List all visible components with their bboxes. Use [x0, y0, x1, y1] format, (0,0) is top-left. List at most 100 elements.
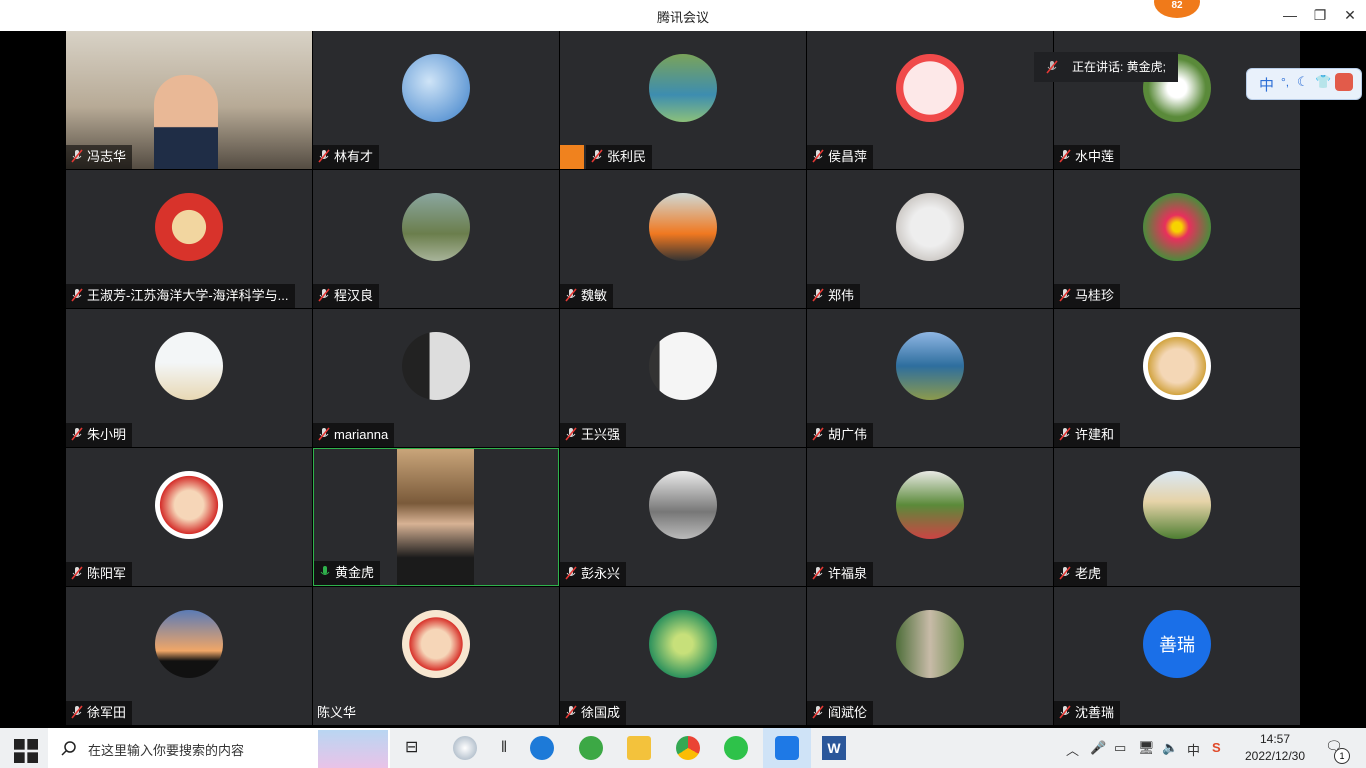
participant-tile[interactable]: 陈义华 [313, 587, 559, 725]
network-icon[interactable]: 🖥 [1138, 740, 1155, 756]
participant-name: 张利民 [607, 149, 647, 164]
participant-avatar [1143, 332, 1211, 400]
chrome-icon[interactable] [676, 736, 700, 760]
participant-tile[interactable]: 许建和 [1054, 309, 1300, 447]
settings-icon[interactable] [1335, 73, 1353, 91]
search-icon [61, 741, 76, 756]
participant-name: 程汉良 [334, 288, 374, 303]
moon-icon[interactable]: ☾ [1297, 74, 1309, 90]
app-icon-1[interactable] [453, 736, 477, 760]
ime-indicator[interactable]: 中 [1187, 740, 1200, 759]
participant-tile[interactable]: 冯志华 [66, 31, 312, 169]
participant-tile[interactable]: 张利民 [560, 31, 806, 169]
participant-tile[interactable]: 郑伟 [807, 170, 1053, 308]
participant-name-bar: 胡广伟 [807, 423, 874, 447]
participant-name: 沈善瑞 [1075, 705, 1115, 720]
ime-mode-label[interactable]: 中 [1259, 74, 1274, 95]
edge-icon[interactable] [579, 736, 603, 760]
participant-tile[interactable]: 魏敏 [560, 170, 806, 308]
participant-tile[interactable]: 马桂珍 [1054, 170, 1300, 308]
participant-name: 郑伟 [828, 288, 855, 303]
windows-start-icon[interactable] [14, 739, 38, 763]
search-highlight-image [318, 730, 388, 768]
skin-icon[interactable]: 👕 [1315, 74, 1331, 90]
participant-name: 阎斌伦 [828, 705, 868, 720]
participant-avatar [649, 193, 717, 261]
participant-tile[interactable]: 朱小明 [66, 309, 312, 447]
system-clock[interactable]: 14:57 2022/12/30 [1238, 731, 1312, 765]
participant-tile[interactable]: 徐国成 [560, 587, 806, 725]
participant-avatar [896, 471, 964, 539]
wechat-icon[interactable] [724, 736, 748, 760]
participant-name-bar: 阎斌伦 [807, 701, 874, 725]
participant-name-bar: 许建和 [1054, 423, 1121, 447]
participant-tile[interactable]: 彭永兴 [560, 448, 806, 586]
participant-tile[interactable]: 程汉良 [313, 170, 559, 308]
participant-tile[interactable]: 许福泉 [807, 448, 1053, 586]
restore-button[interactable]: ❐ [1309, 5, 1331, 25]
ime-toolbar[interactable]: 中 °, ☾ 👕 [1246, 68, 1362, 100]
participant-tile[interactable]: 林有才 [313, 31, 559, 169]
mic-muted-icon [71, 427, 83, 441]
participant-avatar [1143, 193, 1211, 261]
word-icon[interactable]: W [822, 736, 846, 760]
file-explorer-icon[interactable] [627, 736, 651, 760]
punctuation-icon[interactable]: °, [1281, 75, 1289, 89]
app-icon-2[interactable]: ‖ [492, 736, 516, 760]
participant-name: 彭永兴 [581, 566, 621, 581]
tencent-meeting-taskbar-item[interactable] [763, 728, 811, 768]
mic-muted-icon [1059, 288, 1071, 302]
participant-tile[interactable]: 王兴强 [560, 309, 806, 447]
mic-muted-icon [318, 288, 330, 302]
participant-tile[interactable]: 王淑芳-江苏海洋大学-海洋科学与... [66, 170, 312, 308]
participant-tile[interactable]: 阎斌伦 [807, 587, 1053, 725]
mic-muted-icon [318, 427, 330, 441]
participant-name-bar: 水中莲 [1054, 145, 1121, 169]
microphone-icon[interactable]: 🎤 [1090, 740, 1106, 756]
participant-name: 侯昌萍 [828, 149, 868, 164]
participant-name-bar: 陈阳军 [66, 562, 133, 586]
participant-video [397, 449, 474, 585]
participant-name-bar: 冯志华 [66, 145, 133, 169]
participant-name: 林有才 [334, 149, 374, 164]
mic-muted-icon [565, 705, 577, 719]
participant-name-bar: 侯昌萍 [807, 145, 874, 169]
participant-name-bar: 王兴强 [560, 423, 627, 447]
participant-name: 老虎 [1075, 566, 1102, 581]
taskbar-search[interactable]: 在这里输入你要搜索的内容 [48, 728, 390, 768]
participant-tile[interactable]: 老虎 [1054, 448, 1300, 586]
participant-tile[interactable]: 陈阳军 [66, 448, 312, 586]
participant-avatar [649, 471, 717, 539]
participant-name-bar: marianna [313, 423, 395, 447]
participant-tile[interactable]: 徐军田 [66, 587, 312, 725]
minimize-button[interactable]: — [1279, 5, 1301, 25]
participant-name-bar: 沈善瑞 [1054, 701, 1121, 725]
clock-date: 2022/12/30 [1244, 749, 1306, 763]
participant-tile[interactable]: marianna [313, 309, 559, 447]
sogou-ime-icon[interactable]: S [1212, 740, 1221, 755]
participant-tile[interactable]: 胡广伟 [807, 309, 1053, 447]
sogou-browser-icon[interactable] [530, 736, 554, 760]
participant-avatar [155, 610, 223, 678]
participant-tile[interactable]: 侯昌萍 [807, 31, 1053, 169]
mic-muted-icon [812, 427, 824, 441]
participant-name: 冯志华 [87, 149, 127, 164]
chevron-up-icon[interactable]: ︿ [1066, 740, 1079, 759]
close-button[interactable]: ✕ [1339, 5, 1361, 25]
participant-name-bar: 魏敏 [560, 284, 614, 308]
mic-muted-icon [591, 149, 603, 163]
participant-name-bar: 徐国成 [560, 701, 627, 725]
participant-name: 陈义华 [317, 705, 357, 720]
participant-grid: 冯志华 林有才 张利民 侯昌萍 水中莲王淑芳-江苏海洋大学-海洋科学与... 程汉良 魏敏 郑… [66, 31, 1301, 727]
participant-tile[interactable]: 黄金虎 [313, 448, 559, 586]
mic-muted-icon [812, 288, 824, 302]
volume-icon[interactable]: 🔈 [1162, 740, 1178, 756]
battery-icon[interactable]: ▭ [1114, 740, 1126, 756]
participant-name: 许福泉 [828, 566, 868, 581]
participant-name-bar: 郑伟 [807, 284, 861, 308]
title-bar: 腾讯会议 82 — ❐ ✕ [0, 0, 1366, 31]
participant-name-bar: 朱小明 [66, 423, 133, 447]
task-view-icon[interactable]: ⊟ [405, 736, 429, 760]
participant-tile[interactable]: 善瑞 沈善瑞 [1054, 587, 1300, 725]
tencent-meeting-icon [775, 736, 799, 760]
